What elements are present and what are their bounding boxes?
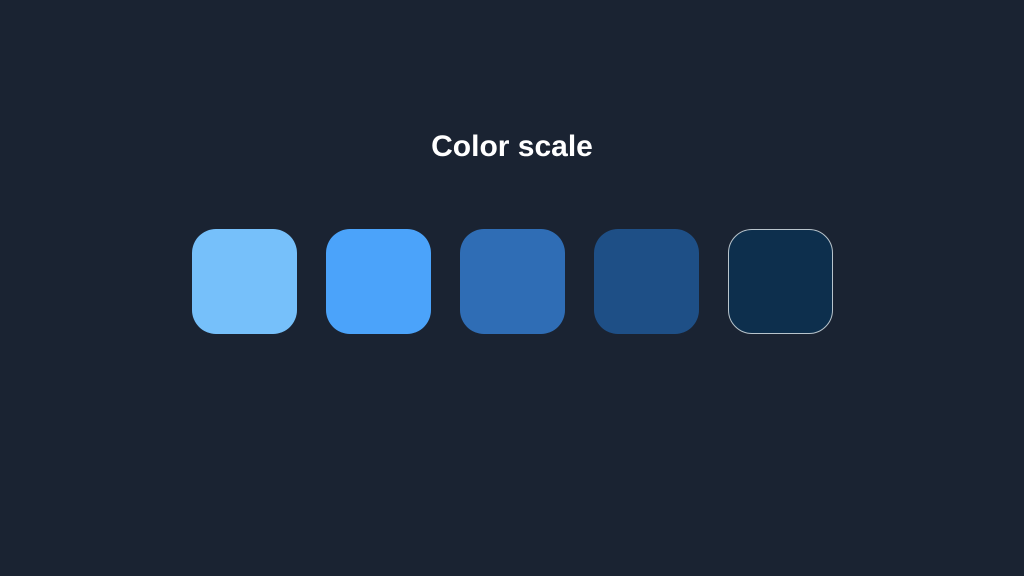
color-swatch-5 <box>728 229 833 334</box>
color-swatch-row <box>192 229 833 334</box>
color-swatch-1 <box>192 229 297 334</box>
color-swatch-3 <box>460 229 565 334</box>
color-swatch-2 <box>326 229 431 334</box>
page-title: Color scale <box>431 130 593 164</box>
color-swatch-4 <box>594 229 699 334</box>
